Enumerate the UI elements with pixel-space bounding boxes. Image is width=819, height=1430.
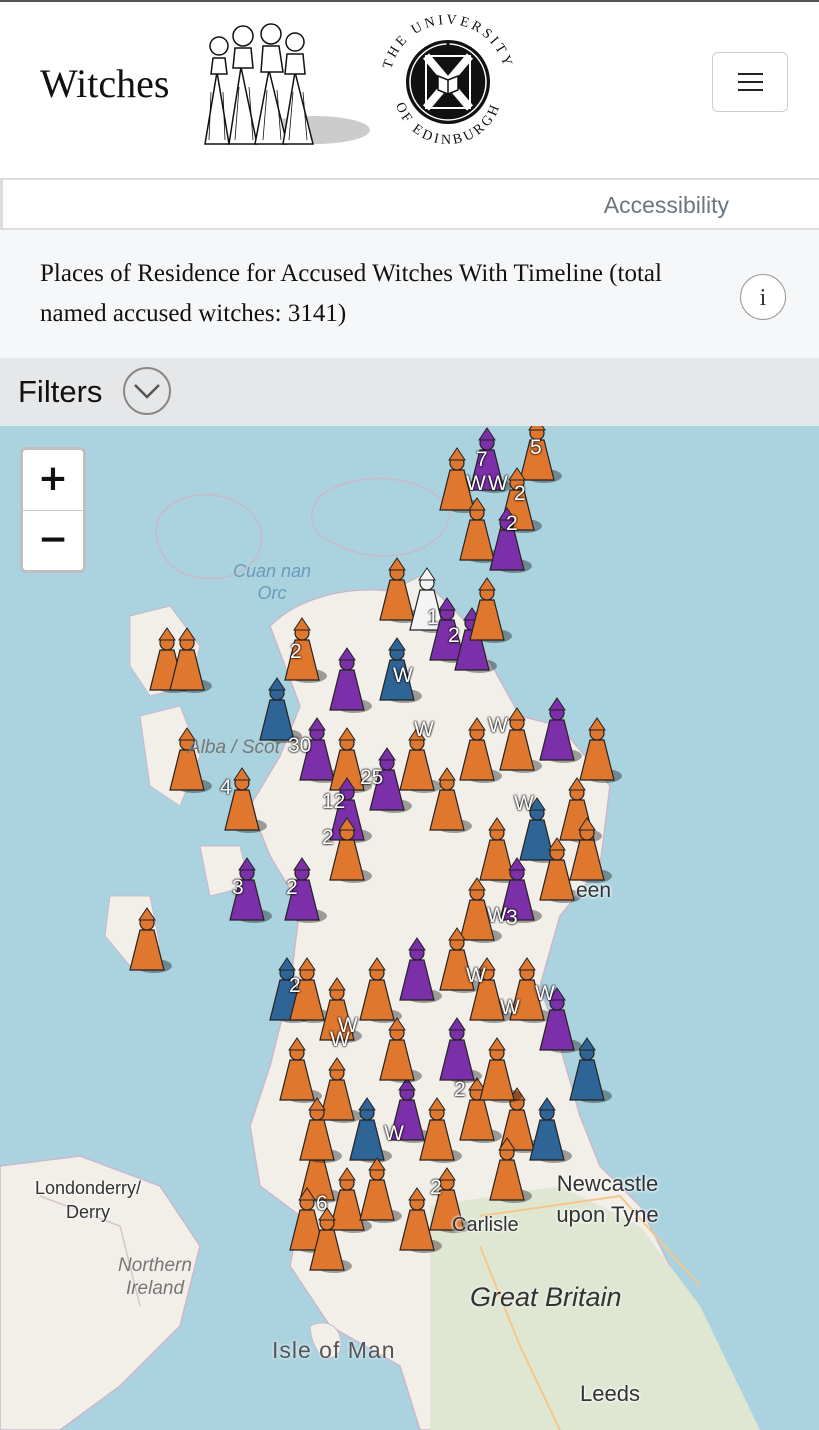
- cluster-count[interactable]: W: [330, 1028, 350, 1052]
- map-label-isle-of-man: Isle of Man: [272, 1337, 396, 1363]
- witch-marker[interactable]: [469, 577, 512, 643]
- cluster-count[interactable]: W: [488, 714, 508, 738]
- menu-button[interactable]: [712, 52, 788, 112]
- filters-label[interactable]: Filters: [18, 374, 102, 410]
- map-label-leeds: Leeds: [580, 1381, 640, 1406]
- filters-bar[interactable]: Filters: [0, 358, 819, 426]
- info-button[interactable]: i: [740, 274, 786, 320]
- cluster-count[interactable]: 2: [514, 482, 526, 506]
- cluster-count[interactable]: 2: [454, 1078, 466, 1102]
- cluster-count[interactable]: W: [500, 996, 520, 1020]
- cluster-count[interactable]: 12: [322, 790, 345, 814]
- cluster-count[interactable]: W: [535, 982, 555, 1006]
- cluster-count[interactable]: W: [466, 964, 486, 988]
- cluster-count[interactable]: 1: [427, 606, 439, 630]
- cluster-count[interactable]: 2: [448, 624, 460, 648]
- cluster-count[interactable]: W: [488, 472, 508, 496]
- filters-toggle-button[interactable]: [123, 367, 171, 415]
- witches-map[interactable]: + − Cuan nan Orc Alba / Scot een Londond…: [0, 426, 819, 1430]
- brand-title[interactable]: Witches: [40, 60, 169, 107]
- map-label-londonderry: Londonderry/ Derry: [34, 1178, 142, 1222]
- map-label-sea: Cuan nan Orc: [232, 561, 312, 603]
- cluster-count[interactable]: 7: [476, 448, 488, 472]
- witches-logo: [204, 23, 370, 145]
- cluster-count[interactable]: 2: [430, 1176, 442, 1200]
- map-label-alba: Alba / Scot: [188, 737, 280, 758]
- map-label-northern-ireland: Northern Ireland: [118, 1255, 192, 1299]
- cluster-count[interactable]: 25: [360, 766, 383, 790]
- accessibility-bar: Accessibility: [0, 178, 819, 230]
- zoom-control: + −: [20, 447, 86, 573]
- cluster-count[interactable]: W: [384, 1122, 404, 1146]
- cluster-count[interactable]: 3: [232, 876, 244, 900]
- map-label-carlisle: Carlisle: [452, 1214, 519, 1236]
- cluster-count[interactable]: 3: [506, 906, 518, 930]
- witch-marker[interactable]: [579, 717, 622, 783]
- map-label-newcastle: Newcastle upon Tyne: [556, 1171, 659, 1227]
- cluster-count[interactable]: 5: [530, 436, 542, 460]
- cluster-count[interactable]: 30: [288, 734, 311, 758]
- cluster-count[interactable]: W: [487, 904, 507, 928]
- cluster-count[interactable]: 2: [506, 512, 518, 536]
- map-label-great-britain: Great Britain: [470, 1282, 622, 1312]
- cluster-count[interactable]: 4: [220, 776, 232, 800]
- cluster-count[interactable]: 2: [290, 640, 302, 664]
- cluster-count[interactable]: W: [514, 792, 534, 816]
- cluster-count[interactable]: W: [414, 718, 434, 742]
- cluster-count[interactable]: W: [393, 664, 413, 688]
- page-title: Places of Residence for Accused Witches …: [40, 260, 662, 327]
- university-of-edinburgh-logo: THE UNIVERSITY OF EDINBURGH: [381, 13, 513, 148]
- page-title-box: Places of Residence for Accused Witches …: [0, 230, 819, 358]
- cluster-count[interactable]: 6: [316, 1192, 328, 1216]
- zoom-out-button[interactable]: −: [23, 511, 83, 571]
- hamburger-icon: [738, 73, 763, 75]
- cluster-count[interactable]: 2: [322, 826, 334, 850]
- cluster-count[interactable]: 2: [289, 974, 301, 998]
- map-label-aberdeen: een: [576, 879, 612, 902]
- cluster-count[interactable]: W: [466, 472, 486, 496]
- cluster-count[interactable]: 2: [286, 876, 298, 900]
- accessibility-link[interactable]: Accessibility: [604, 192, 729, 219]
- chevron-down-icon: [134, 384, 160, 399]
- site-header: Witches THE UNIVERSITY OF EDINBURGH: [0, 2, 819, 178]
- zoom-in-button[interactable]: +: [23, 450, 83, 511]
